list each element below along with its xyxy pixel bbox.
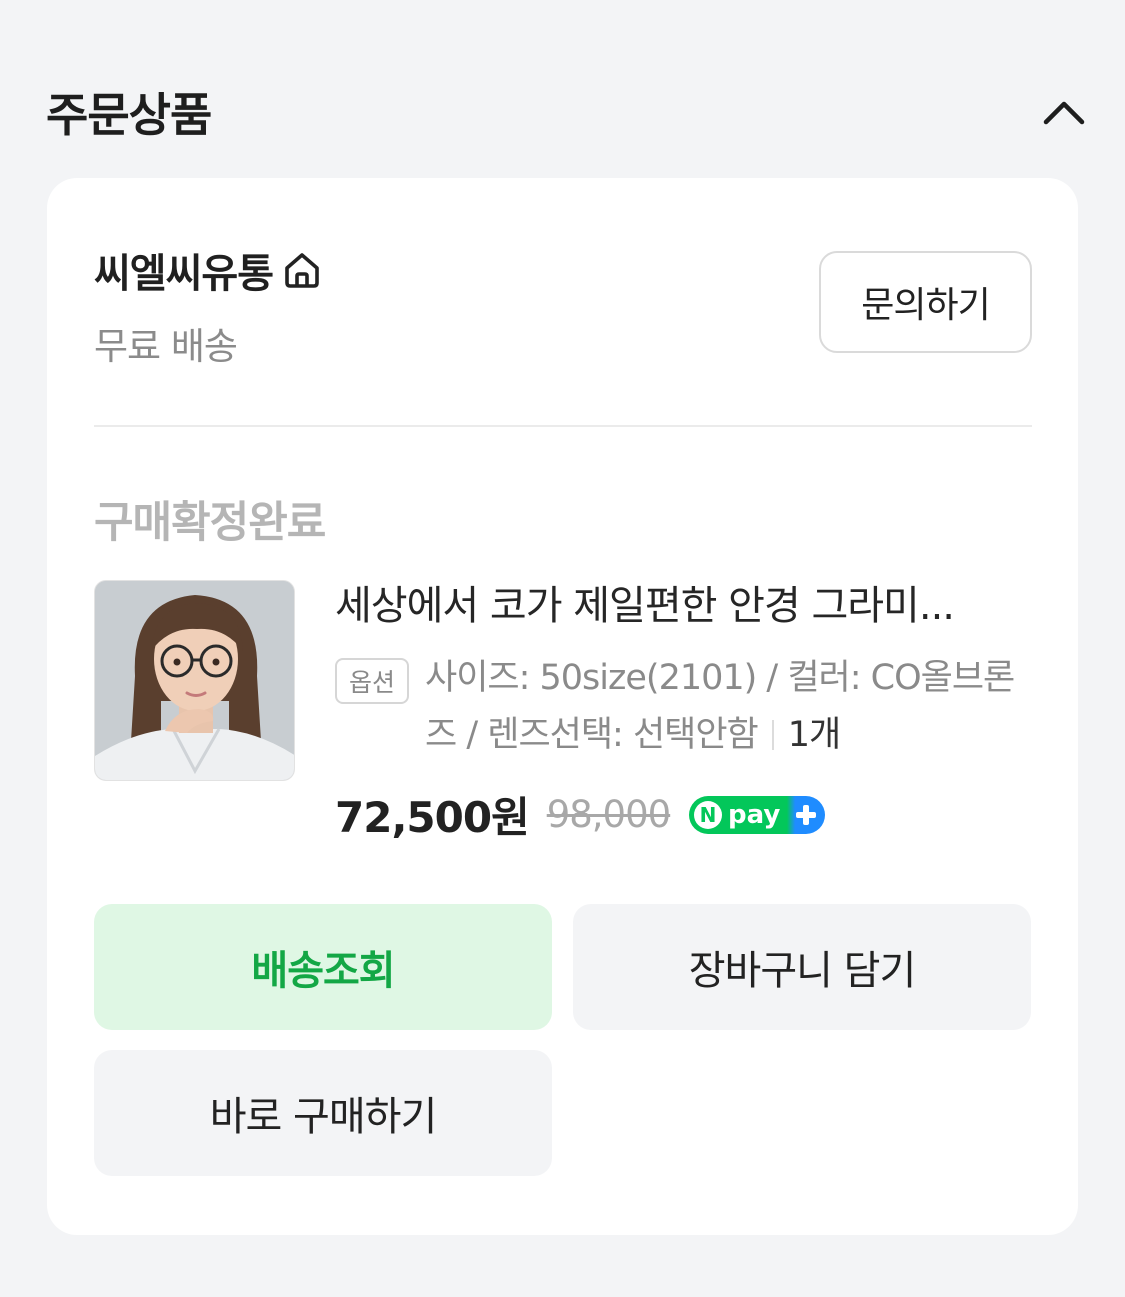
collapse-button[interactable] [1042, 90, 1086, 134]
quantity-separator [771, 720, 774, 750]
option-text: 사이즈: 50size(2101) / 컬러: CO올브론즈 / 렌즈선택: 선… [425, 650, 1031, 764]
option-details: 사이즈: 50size(2101) / 컬러: CO올브론즈 / 렌즈선택: 선… [425, 658, 1015, 755]
buy-now-button[interactable]: 바로 구매하기 [94, 1050, 552, 1176]
seller-name: 씨엘씨유통 [94, 251, 274, 297]
divider [94, 425, 1032, 427]
price-row: 72,500원 98,000 N pay [335, 784, 1035, 845]
sale-price: 72,500원 [335, 793, 530, 842]
product-photo [95, 581, 294, 780]
original-price: 98,000 [546, 793, 671, 836]
npay-plus-icon: N pay [689, 795, 826, 834]
inquiry-button[interactable]: 문의하기 [819, 251, 1032, 353]
home-icon [285, 253, 319, 288]
npay-text: pay [728, 800, 780, 830]
product-image[interactable] [94, 580, 295, 781]
order-status: 구매확정완료 [94, 498, 326, 548]
product-info: 세상에서 코가 제일편한 안경 그라미... 옵션 사이즈: 50size(21… [335, 580, 1035, 845]
npay-badge: N pay [688, 795, 826, 835]
option-badge: 옵션 [335, 658, 409, 704]
add-to-cart-button[interactable]: 장바구니 담기 [573, 904, 1031, 1030]
svg-text:N: N [700, 803, 717, 827]
section-title: 주문상품 [46, 88, 212, 142]
product-title[interactable]: 세상에서 코가 제일편한 안경 그라미... [335, 580, 1025, 632]
track-delivery-button[interactable]: 배송조회 [94, 904, 552, 1030]
quantity: 1개 [787, 715, 841, 755]
chevron-up-icon [1043, 101, 1085, 125]
order-products-header: 주문상품 [46, 80, 1086, 144]
order-card: 씨엘씨유통 무료 배송 문의하기 구매확정완료 세상에서 코가 제일편한 안경 … [47, 178, 1078, 1235]
option-row: 옵션 사이즈: 50size(2101) / 컬러: CO올브론즈 / 렌즈선택… [335, 656, 1035, 764]
seller-row: 씨엘씨유통 무료 배송 문의하기 [94, 244, 1032, 368]
